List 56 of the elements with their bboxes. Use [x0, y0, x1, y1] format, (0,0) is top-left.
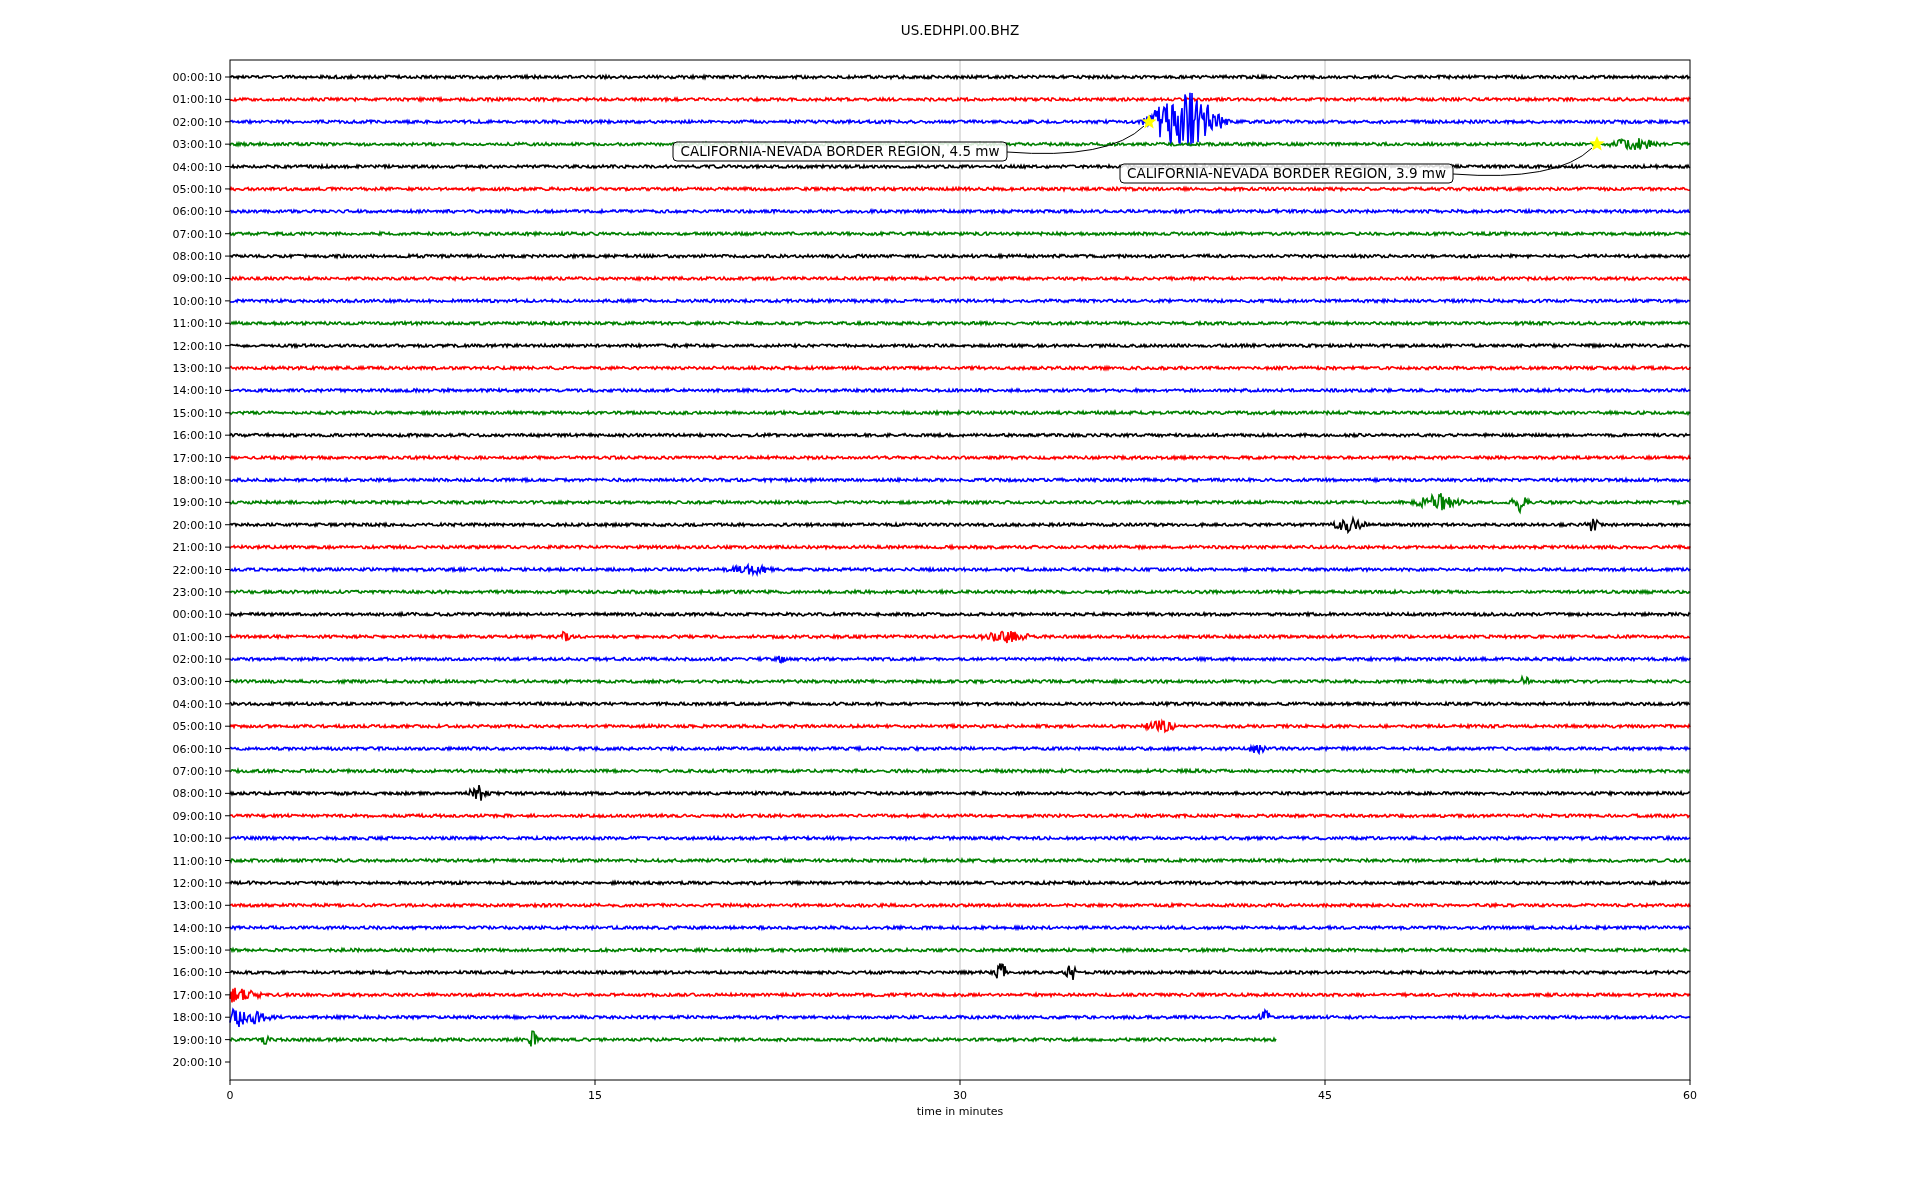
y-tick-label: 06:00:10	[172, 205, 222, 219]
y-tick-label: 18:00:10	[172, 1011, 222, 1025]
y-tick-label: 04:00:10	[172, 160, 222, 174]
y-tick-label: 03:00:10	[172, 675, 222, 689]
x-tick-label: 15	[588, 1089, 602, 1102]
y-tick-label: 01:00:10	[172, 630, 222, 644]
y-tick-label: 04:00:10	[172, 697, 222, 711]
y-tick-label: 13:00:10	[172, 362, 222, 375]
y-tick-label: 05:00:10	[172, 720, 222, 734]
y-tick-label: 20:00:10	[172, 518, 222, 532]
y-tick-label: 19:00:10	[172, 496, 222, 510]
y-tick-label: 14:00:10	[172, 384, 222, 398]
y-tick-label: 06:00:10	[172, 742, 222, 756]
plot-title: US.EDHPI.00.BHZ	[900, 22, 1020, 38]
y-tick-label: 19:00:10	[172, 1033, 222, 1047]
star-icon	[1141, 114, 1157, 129]
x-tick-label: 0	[226, 1089, 234, 1102]
y-tick-label: 21:00:10	[172, 541, 222, 555]
y-tick-label: 07:00:10	[172, 765, 222, 778]
y-tick-label: 03:00:10	[172, 138, 222, 152]
y-tick-label: 00:00:10	[172, 608, 222, 622]
y-tick-label: 08:00:10	[172, 250, 222, 264]
y-tick-label: 22:00:10	[172, 563, 222, 577]
y-tick-label: 07:00:10	[172, 227, 222, 241]
y-tick-label: 20:00:10	[172, 1056, 222, 1069]
y-tick-label: 08:00:10	[172, 787, 222, 801]
y-tick-label: 13:00:10	[172, 899, 222, 913]
y-tick-label: 14:00:10	[172, 921, 222, 935]
y-tick-label: 01:00:10	[172, 93, 222, 107]
y-tick-label: 00:00:10	[172, 71, 222, 84]
y-tick-label: 23:00:10	[172, 585, 222, 599]
y-tick-label: 10:00:10	[172, 832, 222, 846]
x-tick-label: 30	[953, 1089, 967, 1102]
y-tick-label: 12:00:10	[172, 876, 222, 890]
y-tick-label: 16:00:10	[172, 966, 222, 980]
y-tick-label: 10:00:10	[172, 294, 222, 308]
y-tick-label: 11:00:10	[172, 317, 222, 331]
x-tick-label: 45	[1318, 1089, 1332, 1102]
y-tick-label: 02:00:10	[172, 115, 222, 129]
x-axis-label: time in minutes	[916, 1105, 1004, 1118]
y-tick-label: 16:00:10	[172, 429, 222, 443]
y-tick-label: 11:00:10	[172, 854, 222, 868]
y-tick-label: 09:00:10	[172, 272, 222, 286]
y-tick-label: 18:00:10	[172, 473, 222, 487]
event-annotation: CALIFORNIA-NEVADA BORDER REGION, 4.5 mw	[672, 141, 1008, 162]
y-tick-label: 17:00:10	[172, 451, 222, 465]
star-icon	[1589, 136, 1605, 151]
y-tick-label: 05:00:10	[172, 182, 222, 196]
y-tick-label: 17:00:10	[172, 988, 222, 1002]
y-tick-label: 12:00:10	[172, 339, 222, 353]
y-tick-label: 15:00:10	[172, 406, 222, 420]
y-tick-label: 15:00:10	[172, 944, 222, 958]
x-tick-label: 60	[1683, 1089, 1697, 1102]
y-tick-label: 09:00:10	[172, 809, 222, 823]
event-annotation: CALIFORNIA-NEVADA BORDER REGION, 3.9 mw	[1119, 163, 1454, 184]
y-tick-label: 02:00:10	[172, 653, 222, 667]
